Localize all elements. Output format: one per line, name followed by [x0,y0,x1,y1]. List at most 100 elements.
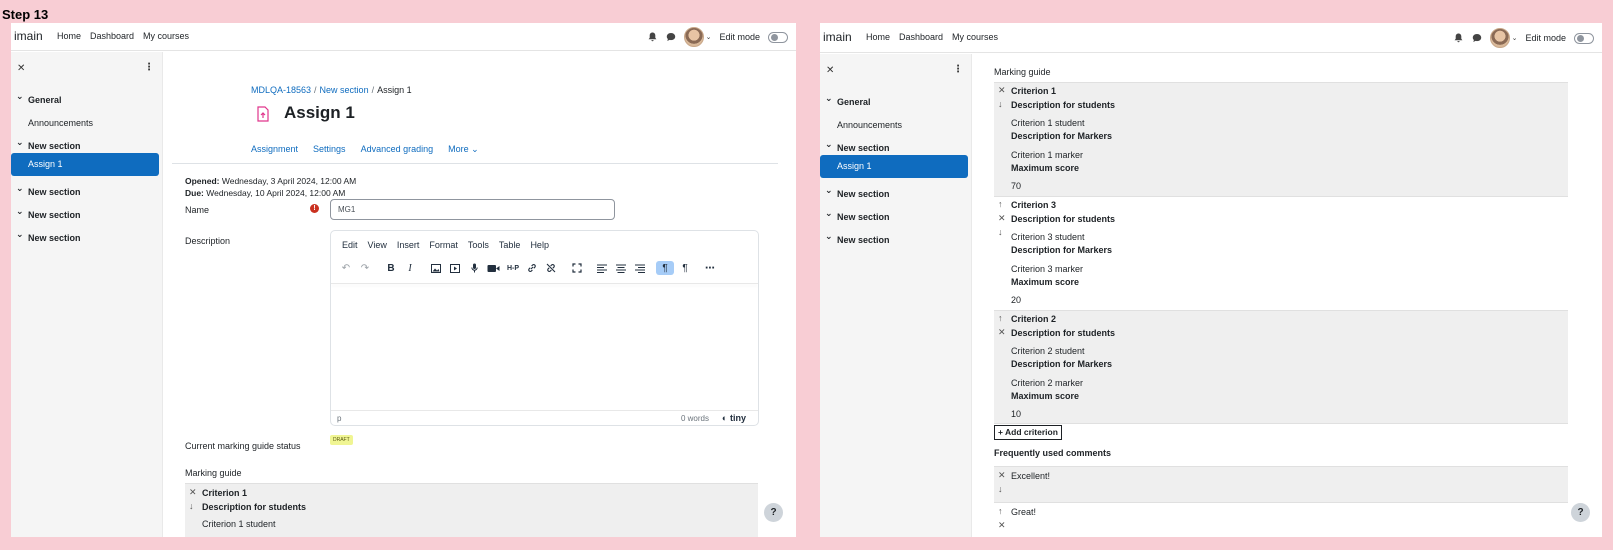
course-section-new-3[interactable]: New section [820,208,971,222]
nav-dashboard[interactable]: Dashboard [90,31,134,41]
align-right-icon[interactable] [634,261,646,275]
menu-tools[interactable]: Tools [468,240,489,250]
description-students-value[interactable]: Criterion 3 student [1011,232,1085,242]
nav-home[interactable]: Home [866,32,890,42]
tab-more[interactable]: More ⌄ [448,144,479,155]
bold-icon[interactable]: B [385,261,397,275]
move-down-icon[interactable]: ↓ [998,99,1003,109]
course-item-assign-1[interactable]: Assign 1 [820,155,968,178]
move-up-icon[interactable]: ↑ [998,313,1003,323]
tiny-brand[interactable]: ◐ tiny [722,413,746,423]
site-brand[interactable]: imain [823,30,852,44]
edit-mode-toggle[interactable] [1574,32,1594,44]
chat-icon[interactable] [1472,33,1482,43]
move-up-icon[interactable]: ↑ [998,506,1003,516]
course-section-new-1[interactable]: New section [11,137,162,151]
name-input[interactable]: MG1 [330,199,615,220]
bell-icon[interactable] [1454,33,1464,43]
move-down-icon[interactable]: ↓ [998,484,1003,494]
align-left-icon[interactable] [596,261,608,275]
course-section-new-2[interactable]: New section [820,185,971,199]
course-section-new-4[interactable]: New section [820,231,971,245]
chevron-down-icon[interactable]: ⌄ [706,33,712,41]
description-markers-value[interactable]: Criterion 3 marker [1011,264,1083,274]
bell-icon[interactable] [648,32,658,42]
description-markers-value[interactable]: Criterion 2 marker [1011,378,1083,388]
course-section-general[interactable]: General [820,93,971,107]
media-icon[interactable] [449,261,461,275]
user-avatar[interactable] [683,27,704,47]
rtl-direction-icon[interactable]: ¶ [678,261,692,275]
delete-icon[interactable]: ✕ [998,470,1006,481]
nav-home[interactable]: Home [57,31,81,41]
menu-insert[interactable]: Insert [397,240,420,250]
move-up-icon[interactable]: ↑ [998,199,1003,209]
course-section-new-2[interactable]: New section [11,183,162,197]
close-icon[interactable]: ✕ [17,63,25,74]
course-section-new-1[interactable]: New section [820,139,971,153]
menu-help[interactable]: Help [530,240,549,250]
move-down-icon[interactable]: ↓ [189,501,194,511]
course-section-new-4[interactable]: New section [11,229,162,243]
help-button[interactable]: ? [1571,503,1590,522]
kebab-menu-icon[interactable]: ⋮ [144,62,154,73]
delete-icon[interactable]: ✕ [998,520,1006,531]
word-count[interactable]: 0 words [681,414,709,423]
site-brand[interactable]: imain [14,29,43,43]
align-center-icon[interactable] [615,261,627,275]
edit-mode-toggle[interactable] [768,31,788,43]
description-editor[interactable]: Edit View Insert Format Tools Table Help… [330,230,759,426]
tab-settings[interactable]: Settings [313,144,346,155]
description-markers-value[interactable]: Criterion 1 marker [1011,150,1083,160]
fullscreen-icon[interactable] [571,261,583,275]
chevron-down-icon[interactable]: ⌄ [1512,34,1518,42]
close-icon[interactable]: ✕ [826,65,834,76]
h5p-icon[interactable]: H-P [505,261,521,275]
menu-format[interactable]: Format [429,240,458,250]
delete-icon[interactable]: ✕ [998,85,1006,96]
maximum-score-value[interactable]: 20 [1011,295,1021,305]
description-students-value[interactable]: Criterion 1 student [1011,118,1085,128]
criterion-name[interactable]: Criterion 2 [1011,314,1056,324]
course-item-announcements[interactable]: Announcements [11,118,162,128]
description-students-value[interactable]: Criterion 1 student [202,519,276,529]
comment-text[interactable]: Great! [1011,507,1036,517]
kebab-menu-icon[interactable]: ⋮ [953,64,963,75]
delete-icon[interactable]: ✕ [998,213,1006,224]
delete-icon[interactable]: ✕ [189,487,197,498]
description-students-value[interactable]: Criterion 2 student [1011,346,1085,356]
microphone-icon[interactable] [468,261,480,275]
criterion-name[interactable]: Criterion 1 [202,488,247,498]
nav-my-courses[interactable]: My courses [952,32,998,42]
breadcrumb-course[interactable]: MDLQA-18563 [251,85,311,95]
nav-my-courses[interactable]: My courses [143,31,189,41]
more-options-icon[interactable]: ⋯ [703,261,717,275]
criterion-name[interactable]: Criterion 3 [1011,200,1056,210]
video-camera-icon[interactable] [486,261,500,275]
unlink-icon[interactable] [545,261,557,275]
course-item-assign-1[interactable]: Assign 1 [11,153,159,176]
tab-assignment[interactable]: Assignment [251,144,298,155]
user-avatar[interactable] [1489,28,1510,48]
maximum-score-value[interactable]: 10 [1011,409,1021,419]
move-down-icon[interactable]: ↓ [998,227,1003,237]
add-criterion-button[interactable]: + Add criterion [994,425,1062,440]
menu-view[interactable]: View [368,240,387,250]
menu-table[interactable]: Table [499,240,521,250]
criterion-name[interactable]: Criterion 1 [1011,86,1056,96]
maximum-score-value[interactable]: 70 [1011,181,1021,191]
menu-edit[interactable]: Edit [342,240,358,250]
comment-text[interactable]: Excellent! [1011,471,1050,481]
nav-dashboard[interactable]: Dashboard [899,32,943,42]
italic-icon[interactable]: I [404,261,416,275]
course-section-new-3[interactable]: New section [11,206,162,220]
tab-advanced-grading[interactable]: Advanced grading [361,144,434,155]
breadcrumb-section[interactable]: New section [320,85,369,95]
ltr-direction-icon[interactable]: ¶ [656,261,674,275]
delete-icon[interactable]: ✕ [998,327,1006,338]
undo-icon[interactable]: ↶ [340,261,352,275]
image-icon[interactable] [430,261,442,275]
link-icon[interactable] [526,261,538,275]
course-section-general[interactable]: General [11,91,162,105]
course-item-announcements[interactable]: Announcements [820,120,971,130]
